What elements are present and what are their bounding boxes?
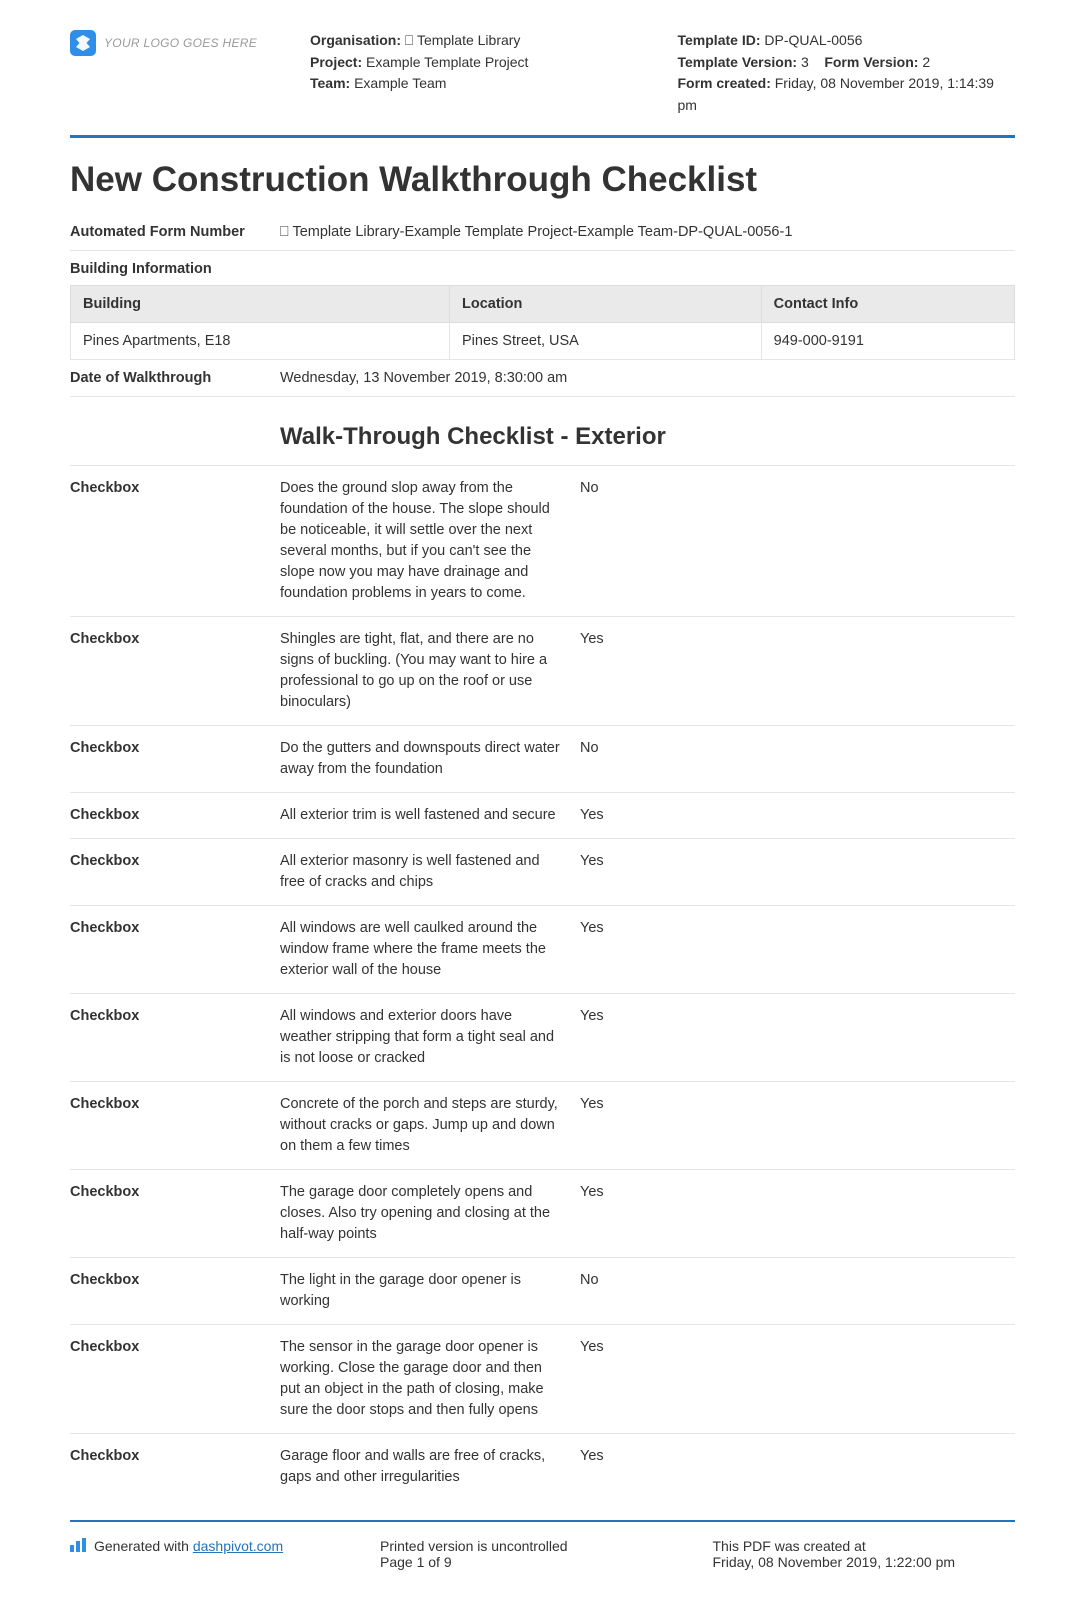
page-title: New Construction Walkthrough Checklist	[70, 160, 1015, 200]
checklist-value: No	[580, 738, 1015, 780]
checkbox-label: Checkbox	[70, 918, 280, 981]
building-info-label: Building Information	[70, 251, 1015, 285]
checklist-text: The light in the garage door opener is w…	[280, 1270, 580, 1312]
checklist-value: Yes	[580, 851, 1015, 893]
checkbox-label: Checkbox	[70, 1337, 280, 1421]
team-value: Example Team	[354, 75, 446, 91]
uncontrolled-text: Printed version is uncontrolled	[380, 1538, 683, 1554]
checklist-value: Yes	[580, 1337, 1015, 1421]
date-value: Wednesday, 13 November 2019, 8:30:00 am	[280, 370, 1015, 386]
form-version-label: Form Version:	[824, 54, 918, 70]
template-id-value: DP-QUAL-0056	[764, 32, 862, 48]
org-value: ⎕ Template Library	[405, 32, 521, 48]
checklist-row: CheckboxDoes the ground slop away from t…	[70, 465, 1015, 616]
checkbox-label: Checkbox	[70, 805, 280, 826]
checklist-value: Yes	[580, 918, 1015, 981]
checklist-row: CheckboxThe sensor in the garage door op…	[70, 1324, 1015, 1433]
checklist-row: CheckboxAll exterior masonry is well fas…	[70, 838, 1015, 905]
th-location: Location	[449, 285, 761, 322]
checklist-value: Yes	[580, 1006, 1015, 1069]
date-label: Date of Walkthrough	[70, 370, 280, 386]
meta-right: Template ID: DP-QUAL-0056 Template Versi…	[678, 30, 1016, 117]
checkbox-label: Checkbox	[70, 1094, 280, 1157]
logo-block: YOUR LOGO GOES HERE	[70, 30, 280, 56]
checklist-row: CheckboxAll windows are well caulked aro…	[70, 905, 1015, 993]
logo-placeholder-text: YOUR LOGO GOES HERE	[104, 36, 257, 50]
checkbox-label: Checkbox	[70, 738, 280, 780]
footer-center: Printed version is uncontrolled Page 1 o…	[380, 1538, 683, 1570]
checklist-row: CheckboxAll exterior trim is well fasten…	[70, 792, 1015, 838]
checklist-subheading: Walk-Through Checklist - Exterior	[280, 423, 1015, 451]
checklist-row: CheckboxAll windows and exterior doors h…	[70, 993, 1015, 1081]
checklist-text: Does the ground slop away from the found…	[280, 478, 580, 604]
checklist-value: Yes	[580, 1094, 1015, 1157]
checkbox-label: Checkbox	[70, 1270, 280, 1312]
checkbox-label: Checkbox	[70, 1446, 280, 1488]
td-contact: 949-000-9191	[761, 322, 1014, 359]
checklist-text: All exterior trim is well fastened and s…	[280, 805, 580, 826]
checkbox-label: Checkbox	[70, 1006, 280, 1069]
checklist-text: The garage door completely opens and clo…	[280, 1182, 580, 1245]
td-building: Pines Apartments, E18	[71, 322, 450, 359]
checklist-row: CheckboxGarage floor and walls are free …	[70, 1433, 1015, 1500]
table-header-row: Building Location Contact Info	[71, 285, 1015, 322]
checklist-text: The sensor in the garage door opener is …	[280, 1337, 580, 1421]
checklist-value: No	[580, 478, 1015, 604]
checklist-text: All exterior masonry is well fastened an…	[280, 851, 580, 893]
checkbox-label: Checkbox	[70, 478, 280, 604]
template-version-label: Template Version:	[678, 54, 798, 70]
created-label: This PDF was created at	[713, 1538, 1016, 1554]
checkbox-label: Checkbox	[70, 629, 280, 713]
document-footer: Generated with dashpivot.com Printed ver…	[70, 1520, 1015, 1570]
checklist-value: No	[580, 1270, 1015, 1312]
th-contact: Contact Info	[761, 285, 1014, 322]
checklist-row: CheckboxShingles are tight, flat, and th…	[70, 616, 1015, 725]
checklist-row: CheckboxConcrete of the porch and steps …	[70, 1081, 1015, 1169]
checkbox-label: Checkbox	[70, 1182, 280, 1245]
checklist-text: All windows and exterior doors have weat…	[280, 1006, 580, 1069]
footer-generated: Generated with dashpivot.com	[70, 1538, 350, 1570]
document-header: YOUR LOGO GOES HERE Organisation: ⎕ Temp…	[70, 30, 1015, 138]
project-label: Project:	[310, 54, 362, 70]
footer-right: This PDF was created at Friday, 08 Novem…	[713, 1538, 1016, 1570]
dashpivot-icon	[70, 1538, 86, 1552]
checklist-row: CheckboxThe garage door completely opens…	[70, 1169, 1015, 1257]
afn-label: Automated Form Number	[70, 224, 280, 240]
logo-icon	[70, 30, 96, 56]
checklist-row: CheckboxThe light in the garage door ope…	[70, 1257, 1015, 1324]
checklist-text: Garage floor and walls are free of crack…	[280, 1446, 580, 1488]
checklist-value: Yes	[580, 805, 1015, 826]
team-label: Team:	[310, 75, 350, 91]
page-number: Page 1 of 9	[380, 1554, 683, 1570]
checklist: CheckboxDoes the ground slop away from t…	[70, 465, 1015, 1501]
td-location: Pines Street, USA	[449, 322, 761, 359]
checkbox-label: Checkbox	[70, 851, 280, 893]
checklist-value: Yes	[580, 1182, 1015, 1245]
automated-form-number-row: Automated Form Number ⎕ Template Library…	[70, 214, 1015, 251]
building-info-table: Building Location Contact Info Pines Apa…	[70, 285, 1015, 360]
checklist-text: Shingles are tight, flat, and there are …	[280, 629, 580, 713]
checklist-text: All windows are well caulked around the …	[280, 918, 580, 981]
date-row: Date of Walkthrough Wednesday, 13 Novemb…	[70, 359, 1015, 397]
table-row: Pines Apartments, E18 Pines Street, USA …	[71, 322, 1015, 359]
gen-prefix: Generated with	[94, 1538, 193, 1554]
template-version-value: 3	[801, 54, 809, 70]
checklist-text: Concrete of the porch and steps are stur…	[280, 1094, 580, 1157]
checklist-row: CheckboxDo the gutters and downspouts di…	[70, 725, 1015, 792]
form-version-value: 2	[922, 54, 930, 70]
template-id-label: Template ID:	[678, 32, 761, 48]
checklist-value: Yes	[580, 1446, 1015, 1488]
meta-left: Organisation: ⎕ Template Library Project…	[310, 30, 648, 95]
created-value: Friday, 08 November 2019, 1:22:00 pm	[713, 1554, 1016, 1570]
checklist-text: Do the gutters and downspouts direct wat…	[280, 738, 580, 780]
project-value: Example Template Project	[366, 54, 528, 70]
dashpivot-link[interactable]: dashpivot.com	[193, 1538, 283, 1554]
afn-value: ⎕ Template Library-Example Template Proj…	[280, 224, 1015, 240]
checklist-value: Yes	[580, 629, 1015, 713]
org-label: Organisation:	[310, 32, 401, 48]
form-created-label: Form created:	[678, 75, 771, 91]
th-building: Building	[71, 285, 450, 322]
